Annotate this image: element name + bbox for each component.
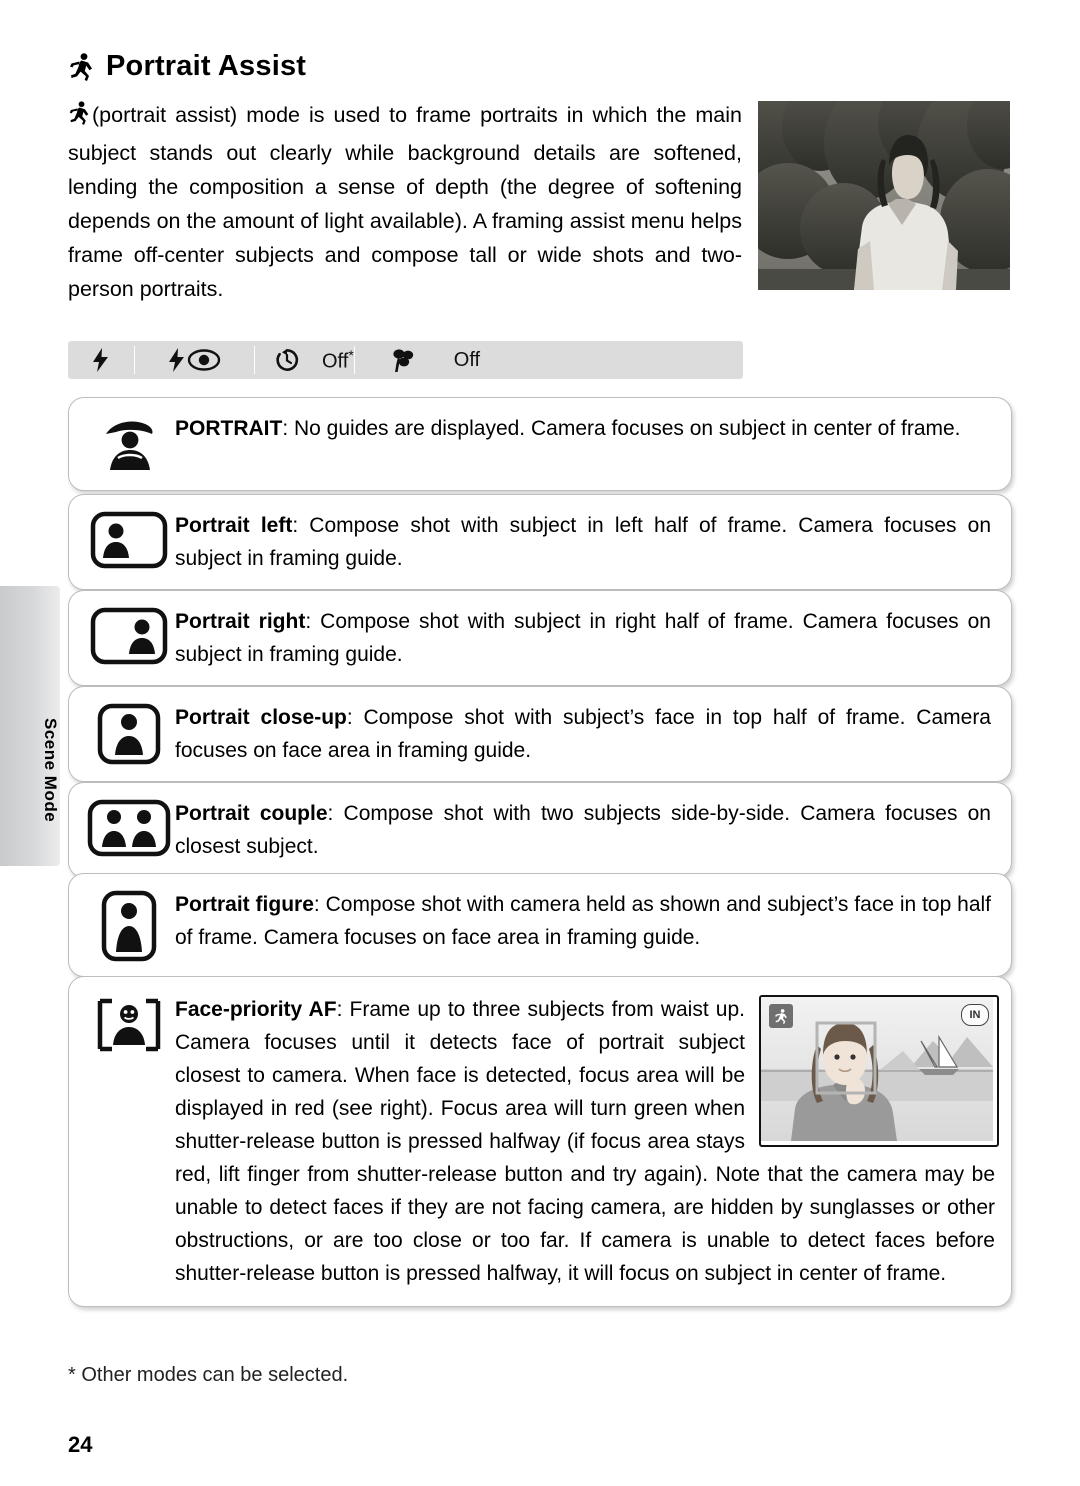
guide-text-portrait-right: Portrait right: Compose shot with subjec… [175, 610, 991, 666]
guide-text-portrait-couple: Portrait couple: Compose shot with two s… [175, 802, 991, 858]
portrait-assist-runner-icon [68, 52, 94, 82]
macro-value: Off [453, 348, 481, 371]
portrait-left-icon [83, 509, 175, 569]
guide-row-portrait-right: Portrait right: Compose shot with subjec… [68, 590, 1012, 686]
face-priority-title: Face-priority AF [175, 998, 337, 1021]
intro-paragraph: (portrait assist) mode is used to frame … [68, 98, 742, 306]
mode-item-macro[interactable]: Off [353, 341, 481, 379]
face-priority-af-icon [83, 993, 175, 1053]
page-title: Portrait Assist [106, 50, 307, 82]
self-timer-icon [254, 347, 320, 373]
intro-text: (portrait assist) mode is used to frame … [68, 103, 742, 301]
screen-battery-badge: IN [961, 1004, 989, 1026]
page-number: 24 [68, 1432, 93, 1457]
side-tab-label: Scene Mode [41, 717, 60, 823]
guide-row-portrait-left: Portrait left: Compose shot with subject… [68, 494, 1012, 590]
flash-icon [68, 347, 134, 373]
mode-settings-bar: Off* Off [68, 341, 743, 379]
guide-row-portrait-figure: Portrait figure: Compose shot with camer… [68, 873, 1012, 977]
mode-item-red-eye[interactable] [134, 341, 254, 379]
portrait-figure-icon [83, 888, 175, 962]
portrait-person-hat-icon [83, 412, 175, 476]
macro-flower-icon [354, 347, 452, 373]
portrait-close-up-icon [83, 701, 175, 765]
guide-row-portrait-couple: Portrait couple: Compose shot with two s… [68, 782, 1012, 878]
guide-row-portrait: PORTRAIT: No guides are displayed. Camer… [68, 397, 1012, 491]
portrait-assist-runner-icon-inline [68, 100, 90, 136]
mode-item-self-timer[interactable]: Off* [254, 341, 354, 379]
sample-photo [758, 101, 1010, 290]
mode-item-flash[interactable] [68, 341, 134, 379]
guide-text-portrait-left: Portrait left: Compose shot with subject… [175, 514, 991, 570]
guide-title-portrait: PORTRAIT [175, 417, 283, 440]
guide-row-face-priority-af: IN Face-priority AF: Frame up to three s… [68, 976, 1012, 1307]
flash-red-eye-icon [134, 347, 254, 373]
portrait-couple-icon [83, 797, 175, 857]
self-timer-value: Off* [322, 346, 354, 373]
guide-text-portrait-figure: Portrait figure: Compose shot with camer… [175, 893, 991, 949]
footnote: * Other modes can be selected. [68, 1364, 349, 1386]
portrait-right-icon [83, 605, 175, 665]
guide-row-portrait-close-up: Portrait close-up: Compose shot with sub… [68, 686, 1012, 782]
camera-screen-illustration: IN [759, 995, 999, 1147]
guide-text-portrait-close-up: Portrait close-up: Compose shot with sub… [175, 706, 991, 762]
manual-page: Scene Mode Portrait Assist (portrait ass… [0, 0, 1080, 1486]
screen-mode-badge [769, 1004, 793, 1028]
guide-text-portrait: PORTRAIT: No guides are displayed. Camer… [175, 417, 961, 440]
page-heading: Portrait Assist [68, 50, 306, 83]
guide-text-face-priority-af: IN Face-priority AF: Frame up to three s… [175, 993, 999, 1290]
